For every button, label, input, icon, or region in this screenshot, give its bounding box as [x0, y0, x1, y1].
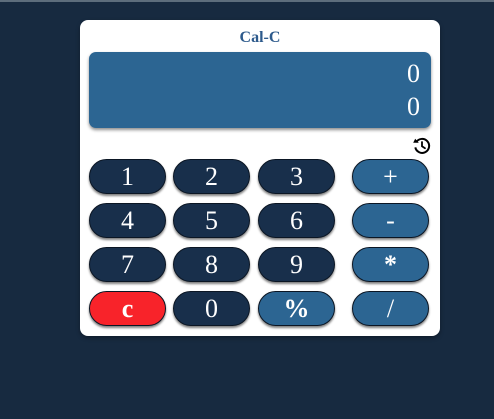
key-6[interactable]: 6: [258, 203, 335, 238]
key-0[interactable]: 0: [173, 291, 250, 326]
top-edge-line: [0, 0, 494, 2]
app-title: Cal-C: [239, 29, 281, 46]
key-divide[interactable]: /: [352, 291, 429, 326]
key-plus[interactable]: +: [352, 159, 429, 194]
key-7[interactable]: 7: [89, 247, 166, 282]
key-2[interactable]: 2: [173, 159, 250, 194]
key-4[interactable]: 4: [89, 203, 166, 238]
key-minus[interactable]: -: [352, 203, 429, 238]
calculator-panel: Cal-C 0 0 1 2 3 + 4 5 6 - 7 8 9 * c 0 % …: [80, 20, 440, 336]
key-5[interactable]: 5: [173, 203, 250, 238]
key-9[interactable]: 9: [258, 247, 335, 282]
key-percent[interactable]: %: [258, 291, 335, 326]
display-result: 0: [407, 92, 420, 121]
display-expression: 0: [407, 59, 420, 88]
key-multiply[interactable]: *: [352, 247, 429, 282]
key-1[interactable]: 1: [89, 159, 166, 194]
key-3[interactable]: 3: [258, 159, 335, 194]
key-clear[interactable]: c: [89, 291, 166, 326]
key-8[interactable]: 8: [173, 247, 250, 282]
calculator-display: 0 0: [89, 52, 431, 128]
history-icon[interactable]: [412, 136, 432, 156]
